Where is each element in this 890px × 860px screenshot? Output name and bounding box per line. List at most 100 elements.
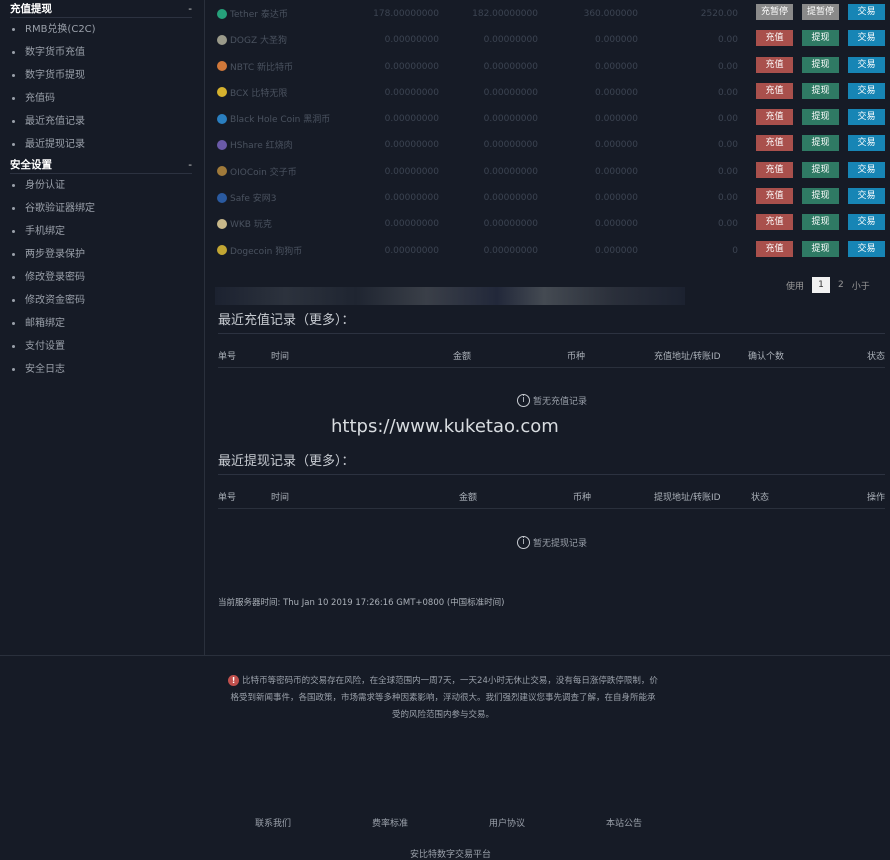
asset-row: Dogecoin 狗狗币 0.00000000 0.00000000 0.000…	[217, 237, 885, 263]
trade-button[interactable]: 交易	[848, 109, 885, 126]
total: 0.000000	[595, 114, 638, 125]
coin-icon	[217, 34, 227, 45]
frozen: 0.00000000	[483, 193, 538, 204]
bullet-icon	[12, 50, 15, 54]
sidebar-item[interactable]: 安全日志	[0, 358, 204, 381]
value: 0.00	[717, 35, 738, 46]
sidebar-item-label: 最近提现记录	[25, 139, 85, 150]
trade-button[interactable]: 交易	[848, 82, 885, 99]
frozen: 0.00000000	[483, 87, 538, 98]
coin-icon	[217, 8, 227, 19]
deposit-button[interactable]: 充值	[756, 56, 793, 73]
sidebar-item[interactable]: 手机绑定	[0, 220, 204, 243]
deposit-button[interactable]: 充值	[756, 82, 793, 99]
trade-button[interactable]: 交易	[848, 214, 885, 231]
sidebar-item[interactable]: 修改登录密码	[0, 266, 204, 289]
value: 0.00	[717, 61, 738, 72]
deposit-records-title[interactable]: 最近充值记录（更多）：	[218, 309, 885, 334]
col-address: 充值地址/转账ID	[654, 352, 721, 362]
page-prev[interactable]: 使用	[786, 279, 804, 292]
withdraw-records-title[interactable]: 最近提现记录（更多）：	[218, 450, 885, 475]
sidebar-item[interactable]: 身份认证	[0, 174, 204, 197]
sidebar-item[interactable]: 谷歌验证器绑定	[0, 197, 204, 220]
available: 0.00000000	[384, 87, 439, 98]
footer-link-notice[interactable]: 本站公告	[606, 816, 642, 829]
withdraw-button[interactable]: 提现	[802, 161, 839, 178]
trade-button[interactable]: 交易	[848, 240, 885, 257]
sidebar-item[interactable]: 修改资金密码	[0, 289, 204, 312]
sidebar-item[interactable]: 邮箱绑定	[0, 312, 204, 335]
coin-icon	[217, 245, 227, 256]
warning-icon: !	[228, 675, 240, 686]
available: 0.00000000	[384, 193, 439, 204]
deposit-button[interactable]: 充值	[756, 135, 793, 152]
value: 0.00	[717, 166, 738, 177]
total: 0.000000	[595, 61, 638, 72]
deposit-button[interactable]: 充值	[756, 214, 793, 231]
coin-label: OIOCoin 交子币	[230, 167, 297, 178]
withdraw-button[interactable]: 提现	[802, 240, 839, 257]
withdraw-button[interactable]: 提现	[802, 188, 839, 205]
withdraw-button[interactable]: 提现	[802, 82, 839, 99]
sidebar-item[interactable]: 最近提现记录	[0, 133, 204, 156]
withdraw-button[interactable]: 提现	[802, 30, 839, 47]
coin-name: Black Hole Coin 黑洞币	[217, 112, 330, 125]
sidebar-section-header[interactable]: 安全设置 -	[10, 156, 192, 174]
withdraw-button[interactable]: 提现	[802, 56, 839, 73]
bullet-icon	[12, 275, 15, 279]
available: 0.00000000	[384, 61, 439, 72]
available: 0.00000000	[384, 245, 439, 256]
deposit-button[interactable]: 充值	[756, 109, 793, 126]
sidebar-item-label: 数字货币充值	[25, 47, 85, 58]
deposit-button[interactable]: 充值	[756, 240, 793, 257]
withdraw-empty: i 暂无提现记录	[517, 536, 587, 549]
footer-link-fees[interactable]: 费率标准	[372, 816, 408, 829]
sidebar-item[interactable]: 两步登录保护	[0, 243, 204, 266]
trade-button[interactable]: 交易	[848, 161, 885, 178]
deposit-table-header: 单号 时间 金额 币种 充值地址/转账ID 确认个数 状态	[218, 342, 885, 368]
bullet-icon	[12, 206, 15, 210]
trade-button[interactable]: 交易	[848, 30, 885, 47]
sidebar-item[interactable]: 数字货币充值	[0, 41, 204, 64]
available: 0.00000000	[384, 114, 439, 125]
collapse-icon[interactable]: -	[188, 3, 192, 15]
sidebar-item-label: 数字货币提现	[25, 70, 85, 81]
bullet-icon	[12, 252, 15, 256]
page-1[interactable]: 1	[812, 277, 831, 293]
footer-link-contact[interactable]: 联系我们	[255, 816, 291, 829]
sidebar-item[interactable]: 数字货币提现	[0, 64, 204, 87]
bullet-icon	[12, 183, 15, 187]
withdraw-button[interactable]: 提现	[802, 135, 839, 152]
withdraw-button[interactable]: 提暂停	[802, 4, 839, 20]
withdraw-button[interactable]: 提现	[802, 214, 839, 231]
deposit-button[interactable]: 充暂停	[756, 4, 793, 20]
sidebar-section-header[interactable]: 充值提现 -	[10, 0, 192, 18]
page-next[interactable]: 小于	[852, 279, 870, 292]
coin-label: Safe 安网3	[230, 194, 277, 205]
footer-link-agreement[interactable]: 用户协议	[489, 816, 525, 829]
trade-button[interactable]: 交易	[848, 135, 885, 152]
deposit-button[interactable]: 充值	[756, 161, 793, 178]
frozen: 0.00000000	[483, 219, 538, 230]
asset-row: Tether 泰达币 178.00000000 182.00000000 360…	[217, 0, 885, 26]
sidebar-item-label: 修改登录密码	[25, 272, 85, 283]
bullet-icon	[12, 96, 15, 100]
sidebar-item[interactable]: 支付设置	[0, 335, 204, 358]
withdraw-button[interactable]: 提现	[802, 109, 839, 126]
info-icon: i	[517, 394, 530, 407]
coin-icon	[217, 61, 227, 72]
page-2[interactable]: 2	[838, 280, 844, 290]
trade-button[interactable]: 交易	[848, 188, 885, 205]
bullet-icon	[12, 229, 15, 233]
trade-button[interactable]: 交易	[848, 56, 885, 73]
trade-button[interactable]: 交易	[848, 4, 885, 20]
sidebar-item[interactable]: 充值码	[0, 87, 204, 110]
sidebar-item[interactable]: 最近充值记录	[0, 110, 204, 133]
deposit-button[interactable]: 充值	[756, 30, 793, 47]
collapse-icon[interactable]: -	[188, 159, 192, 171]
coin-name: Safe 安网3	[217, 191, 277, 204]
col-coin: 币种	[567, 352, 586, 362]
deposit-button[interactable]: 充值	[756, 188, 793, 205]
sidebar-item[interactable]: RMB兑换(C2C)	[0, 18, 204, 41]
coin-label: BCX 比特无限	[230, 88, 288, 99]
